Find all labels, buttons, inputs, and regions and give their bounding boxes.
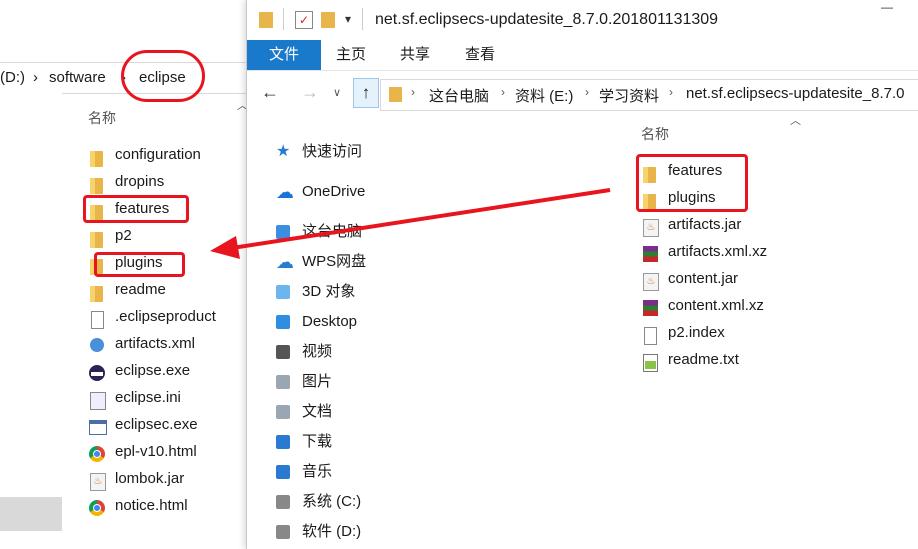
arrow-shaft xyxy=(231,188,611,250)
arrow-head-icon xyxy=(210,236,240,259)
annotation-arrow xyxy=(210,188,611,259)
